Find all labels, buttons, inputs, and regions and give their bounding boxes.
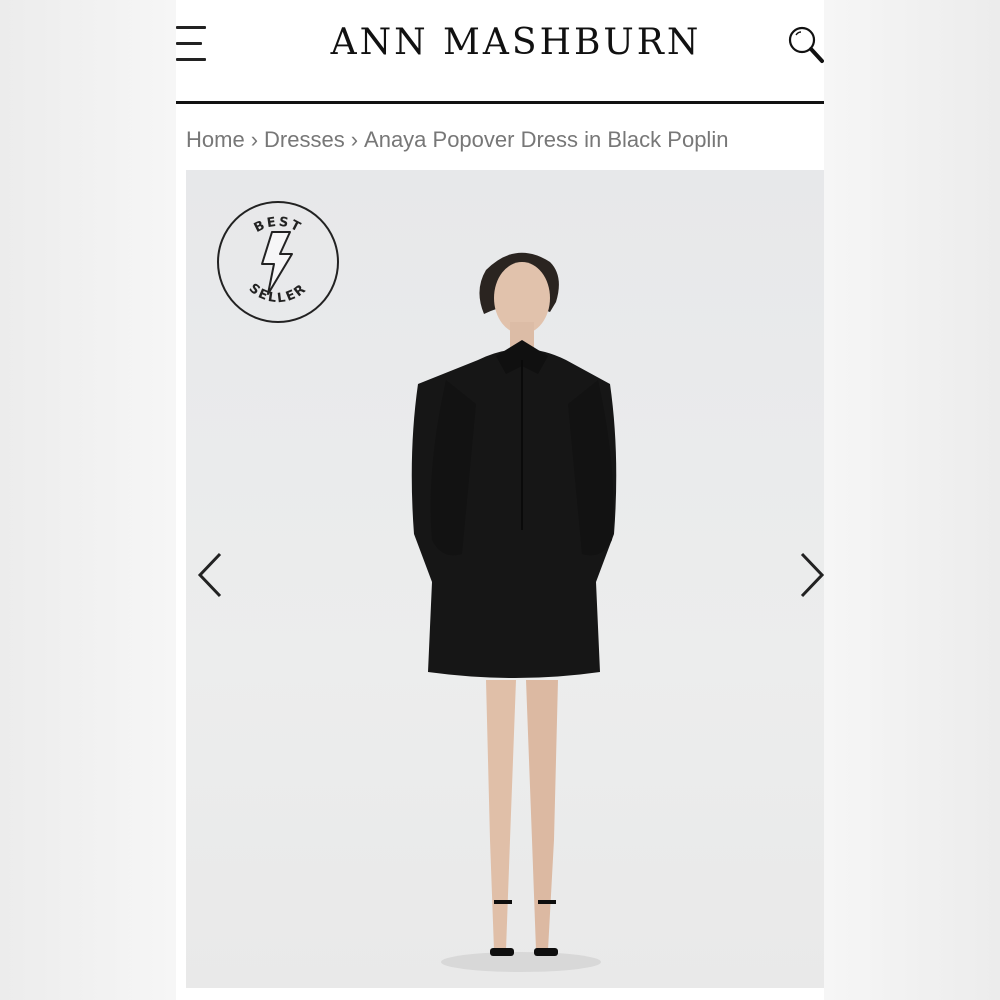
breadcrumb-separator: ›	[350, 127, 359, 152]
best-seller-badge: BEST SELLER	[217, 201, 339, 323]
breadcrumb-current: Anaya Popover Dress in Black Poplin	[364, 127, 729, 152]
badge-bottom-text: SELLER	[246, 281, 308, 306]
chevron-left-icon	[197, 552, 222, 598]
breadcrumb-home[interactable]: Home	[186, 127, 245, 152]
brand-logo[interactable]: ANN MASHBURN	[268, 18, 764, 68]
menu-bar-icon	[176, 26, 206, 29]
breadcrumb-dresses[interactable]: Dresses	[264, 127, 345, 152]
model-photo	[411, 252, 617, 972]
breadcrumb: Home › Dresses › Anaya Popover Dress in Blac…	[186, 124, 816, 156]
menu-button[interactable]	[176, 24, 210, 64]
next-image-button[interactable]	[794, 550, 824, 600]
search-icon	[788, 26, 824, 63]
previous-image-button[interactable]	[194, 550, 228, 600]
left-backdrop	[0, 0, 176, 1000]
menu-bar-icon	[176, 58, 206, 61]
lightning-bolt-icon	[261, 231, 293, 295]
chevron-right-icon	[800, 552, 824, 598]
breadcrumb-separator: ›	[250, 127, 259, 152]
right-backdrop	[824, 0, 1000, 1000]
mobile-page: ANN MASHBURN Home › Dresses › Anaya Popover …	[176, 0, 824, 1000]
site-header: ANN MASHBURN	[176, 0, 824, 104]
menu-bar-icon	[176, 42, 202, 45]
header-divider	[176, 101, 824, 104]
svg-text:SELLER: SELLER	[246, 281, 310, 306]
product-image-gallery[interactable]: BEST SELLER	[186, 170, 824, 988]
search-button[interactable]	[786, 24, 824, 66]
